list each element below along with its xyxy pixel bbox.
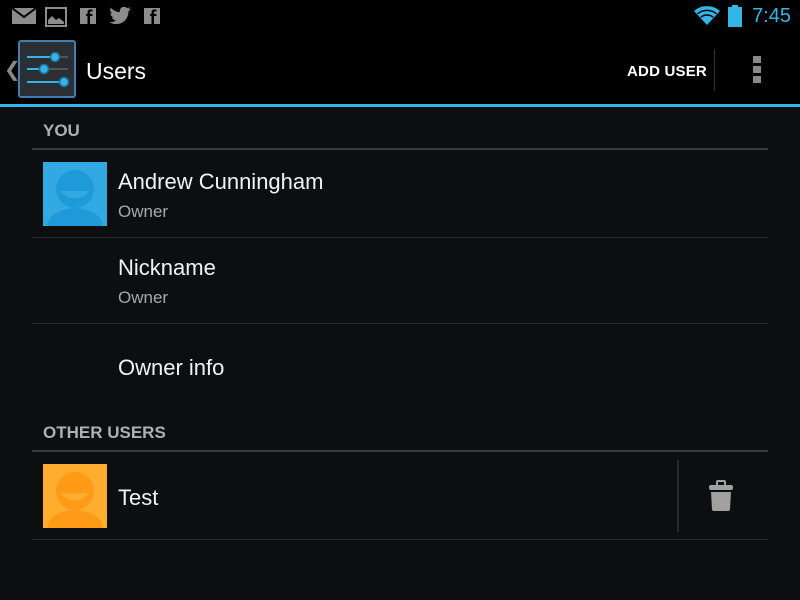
action-bar-divider — [714, 49, 715, 91]
battery-icon — [728, 5, 742, 27]
wifi-icon — [694, 6, 720, 25]
section-header-you: YOU — [43, 121, 80, 140]
section-divider — [32, 450, 768, 452]
settings-app-icon[interactable] — [18, 40, 76, 98]
gmail-icon — [12, 7, 36, 24]
clock: 7:45 — [752, 5, 791, 27]
facebook-icon — [80, 8, 96, 24]
nickname-label: Nickname — [118, 255, 216, 280]
owner-info-label: Owner info — [118, 355, 225, 380]
status-bar: 7:45 — [0, 0, 800, 33]
row-divider — [32, 237, 768, 238]
delete-user-trash-icon[interactable] — [708, 480, 734, 512]
overflow-menu-icon[interactable] — [753, 56, 761, 86]
owner-role: Owner — [118, 202, 169, 221]
row-divider — [32, 539, 768, 540]
twitter-icon — [110, 7, 131, 25]
nickname-value: Owner — [118, 288, 169, 307]
section-header-other-users: OTHER USERS — [43, 423, 166, 442]
row-divider — [32, 323, 768, 324]
action-bar-underline — [0, 104, 800, 107]
page-title: Users — [86, 58, 147, 84]
avatar — [43, 162, 107, 226]
user-name: Test — [118, 485, 159, 510]
add-user-button[interactable]: ADD USER — [627, 63, 707, 80]
owner-name: Andrew Cunningham — [118, 169, 324, 194]
gallery-icon — [45, 7, 67, 27]
facebook-icon — [144, 8, 160, 24]
avatar — [43, 464, 107, 528]
section-divider — [32, 148, 768, 150]
row-vertical-divider — [677, 460, 679, 532]
